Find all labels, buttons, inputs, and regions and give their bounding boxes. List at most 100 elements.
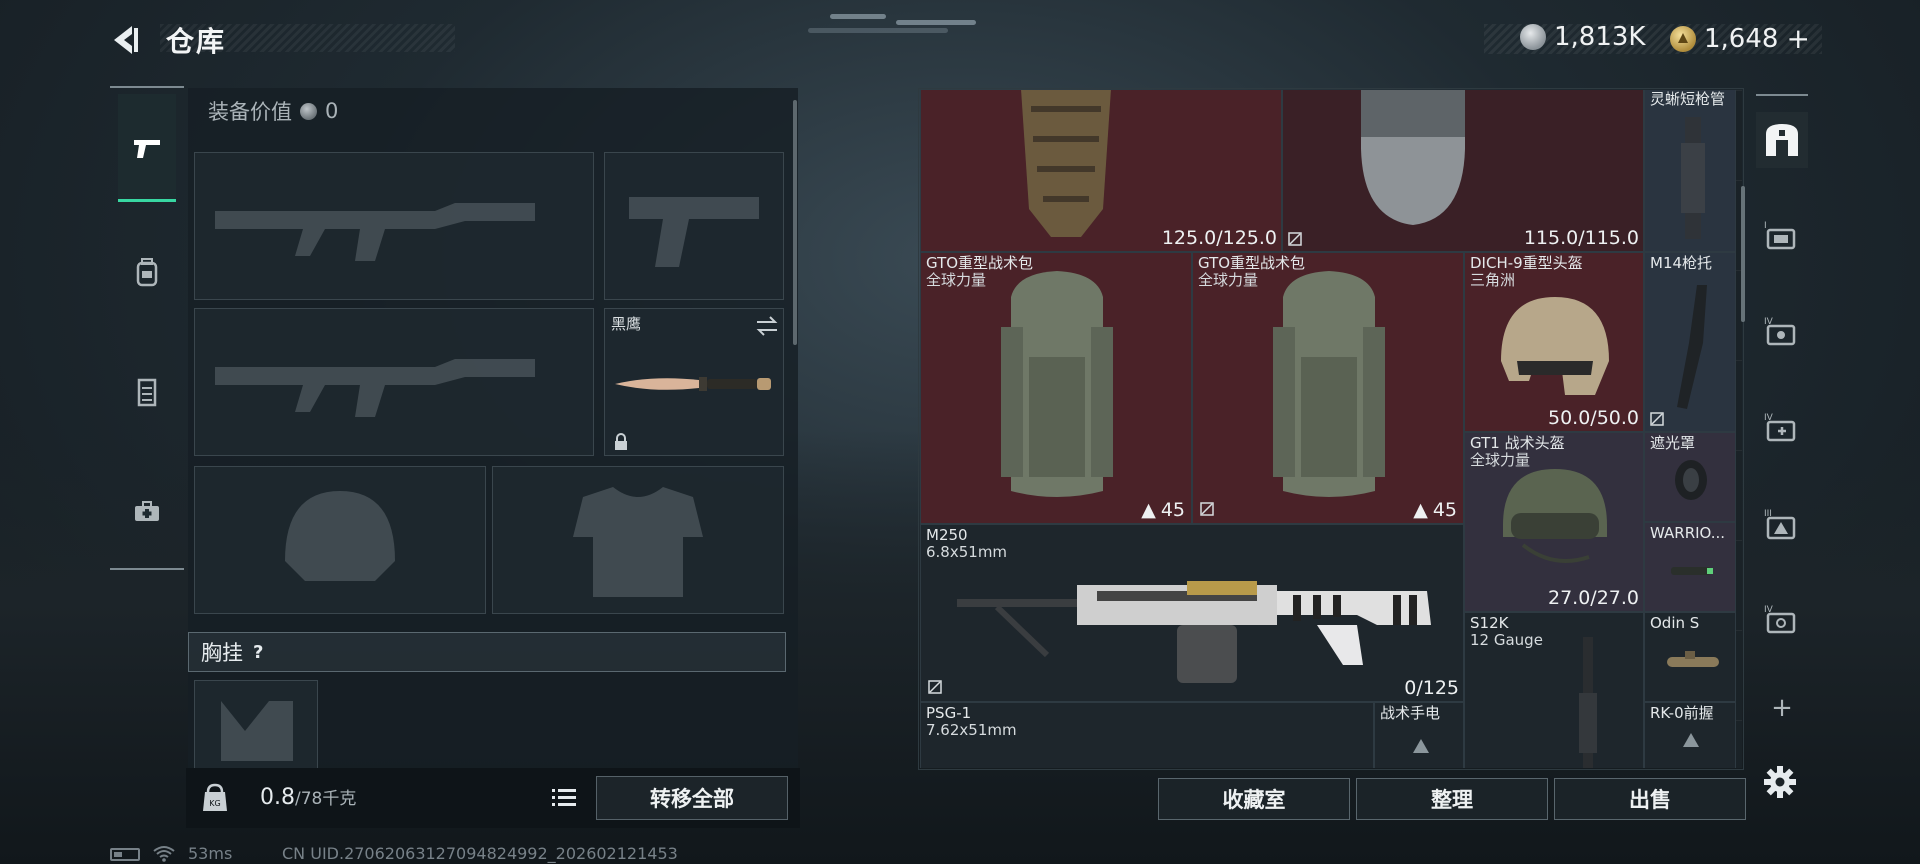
chest-rig-section[interactable]: 胸挂 ? — [188, 632, 786, 672]
stash-item-warrior[interactable]: WARRIO... — [1644, 522, 1736, 612]
list-icon[interactable] — [548, 782, 580, 814]
melee-item-name: 黑鹰 — [611, 315, 642, 333]
item-name: 战术手电 — [1380, 704, 1441, 722]
silver-coin-icon — [1520, 24, 1546, 50]
equipment-scrollbar[interactable] — [793, 100, 797, 345]
rank-icon — [1683, 733, 1699, 747]
coin-icon — [300, 102, 317, 120]
item-caliber: 12 Gauge — [1470, 631, 1543, 649]
settings-gear-icon[interactable] — [1762, 764, 1798, 800]
item-faction: 全球力量 — [926, 271, 987, 289]
stash-item-gt1-helmet[interactable]: GT1 战术头盔 全球力量 27.0/27.0 — [1464, 432, 1644, 612]
swap-icon[interactable] — [755, 315, 779, 337]
stash-item-lynx-barrel[interactable]: 灵蜥短枪管 — [1644, 90, 1736, 252]
vest-icon — [137, 378, 157, 407]
collection-room-button[interactable]: 收藏室 — [1158, 778, 1350, 820]
scope-icon — [1667, 651, 1719, 667]
sell-button[interactable]: 出售 — [1554, 778, 1746, 820]
wifi-icon — [153, 846, 175, 862]
currency-add-icon[interactable]: + — [1786, 22, 1809, 55]
helmet-slot[interactable] — [194, 466, 486, 614]
currency-gold[interactable]: 1,648 + — [1670, 22, 1810, 55]
uid-text: CN UID.27062063127094824992_202602121453 — [282, 844, 678, 863]
filter-d-icon: III — [1764, 509, 1796, 540]
back-button[interactable] — [108, 22, 148, 58]
item-name: WARRIO... — [1650, 524, 1726, 542]
item-name: DICH-9重型头盔 — [1470, 254, 1583, 272]
rail-filter-e-button[interactable]: IV — [1756, 592, 1808, 648]
capacity-icon: ▲ — [1413, 499, 1428, 521]
stash-item-s12k[interactable]: S12K 12 Gauge — [1464, 612, 1644, 768]
weight-max: /78千克 — [295, 789, 357, 809]
equipment-value: 装备价值 0 — [208, 96, 338, 126]
item-durability: 115.0/115.0 — [1523, 227, 1639, 249]
filter-c-icon: IV — [1764, 413, 1796, 442]
rail-safehouse-button[interactable] — [1756, 112, 1808, 168]
background-light — [808, 28, 948, 33]
battery-icon — [110, 848, 140, 861]
stash-item-top-mid[interactable]: 115.0/115.0 — [1282, 90, 1644, 252]
item-capacity: ▲ 45 — [1413, 499, 1457, 521]
tab-vest[interactable] — [118, 338, 176, 446]
tactical-backpack-icon — [1001, 271, 1113, 497]
currency-silver[interactable]: 1,813K — [1520, 22, 1645, 52]
item-name: 遮光罩 — [1650, 434, 1696, 452]
stash-item-m250[interactable]: M250 6.8x51mm 0/125 — [920, 524, 1464, 702]
capacity-value: 45 — [1160, 499, 1185, 521]
stash-item-rk0-grip[interactable]: RK-0前握 — [1644, 702, 1736, 768]
tab-medkit[interactable] — [118, 458, 176, 566]
rail-filter-b-button[interactable]: IV — [1756, 304, 1808, 360]
rifle-silhouette-icon — [215, 203, 535, 261]
stash-scrollbar[interactable] — [1741, 186, 1745, 322]
item-name: S12K — [1470, 614, 1509, 632]
tab-backpack[interactable] — [118, 218, 176, 326]
help-icon[interactable]: ? — [253, 642, 263, 663]
helmet-silhouette-icon — [285, 491, 395, 581]
helmet-icon — [1503, 469, 1607, 563]
weight-text: 0.8/78千克 — [260, 784, 356, 810]
item-name: RK-0前握 — [1650, 704, 1714, 722]
stash-item-m14-stock[interactable]: M14枪托 — [1644, 252, 1736, 432]
item-durability: 27.0/27.0 — [1547, 587, 1639, 609]
currency-silver-value: 1,813K — [1554, 22, 1646, 52]
pistol-slot[interactable] — [604, 152, 784, 300]
stash-grid: 125.0/125.0 115.0/115.0 灵蜥短枪管 GTO重型战术包 全… — [920, 90, 1742, 768]
organize-button[interactable]: 整理 — [1356, 778, 1548, 820]
armor-slot[interactable] — [492, 466, 784, 614]
stash-item-odin-scope[interactable]: Odin S — [1644, 612, 1736, 702]
stash-item-psg1[interactable]: PSG-1 7.62x51mm — [920, 702, 1374, 768]
equipment-value-label: 装备价值 — [208, 100, 292, 124]
stash-item-dich9-helmet[interactable]: DICH-9重型头盔 三角洲 50.0/50.0 — [1464, 252, 1644, 432]
lock-icon — [615, 433, 627, 450]
primary-weapon-slot[interactable] — [194, 152, 594, 300]
secondary-weapon-slot[interactable] — [194, 308, 594, 456]
item-name: GT1 战术头盔 — [1470, 434, 1565, 452]
medkit-icon — [135, 501, 159, 521]
ping-text: 53ms — [188, 844, 233, 863]
rail-filter-a-button[interactable]: I — [1756, 208, 1808, 264]
pistol-silhouette-icon — [629, 197, 759, 267]
rail-filter-c-button[interactable]: IV — [1756, 400, 1808, 456]
transfer-all-button[interactable]: 转移全部 — [596, 776, 788, 820]
equipment-panel: 装备价值 0 黑鹰 胸挂 ? — [188, 88, 798, 828]
chest-rig-slot[interactable] — [194, 680, 318, 780]
stash-item-gto-pack-1[interactable]: GTO重型战术包 全球力量 ▲ 45 — [920, 252, 1192, 524]
filter-e-icon: IV — [1764, 605, 1796, 634]
stash-item-flashlight[interactable]: 战术手电 — [1374, 702, 1464, 768]
tab-weapons[interactable] — [118, 94, 176, 202]
capacity-value: 45 — [1432, 499, 1457, 521]
back-arrow-icon — [114, 26, 138, 54]
stash-item-lens-shade[interactable]: 遮光罩 — [1644, 432, 1736, 522]
equipment-value-amount: 0 — [325, 99, 339, 123]
item-faction: 三角洲 — [1470, 271, 1516, 289]
item-name: PSG-1 — [926, 704, 972, 722]
stash-item-top-left[interactable]: 125.0/125.0 — [920, 90, 1282, 252]
weight-icon-text: KG — [209, 799, 220, 808]
stash-item-gto-pack-2[interactable]: GTO重型战术包 全球力量 ▲ 45 — [1192, 252, 1464, 524]
pistol-icon — [134, 139, 160, 158]
rail-add-button[interactable]: + — [1756, 688, 1808, 728]
repair-icon — [1288, 232, 1302, 246]
backpack-icon — [136, 258, 158, 287]
melee-slot[interactable]: 黑鹰 — [604, 308, 784, 456]
rail-filter-d-button[interactable]: III — [1756, 496, 1808, 552]
